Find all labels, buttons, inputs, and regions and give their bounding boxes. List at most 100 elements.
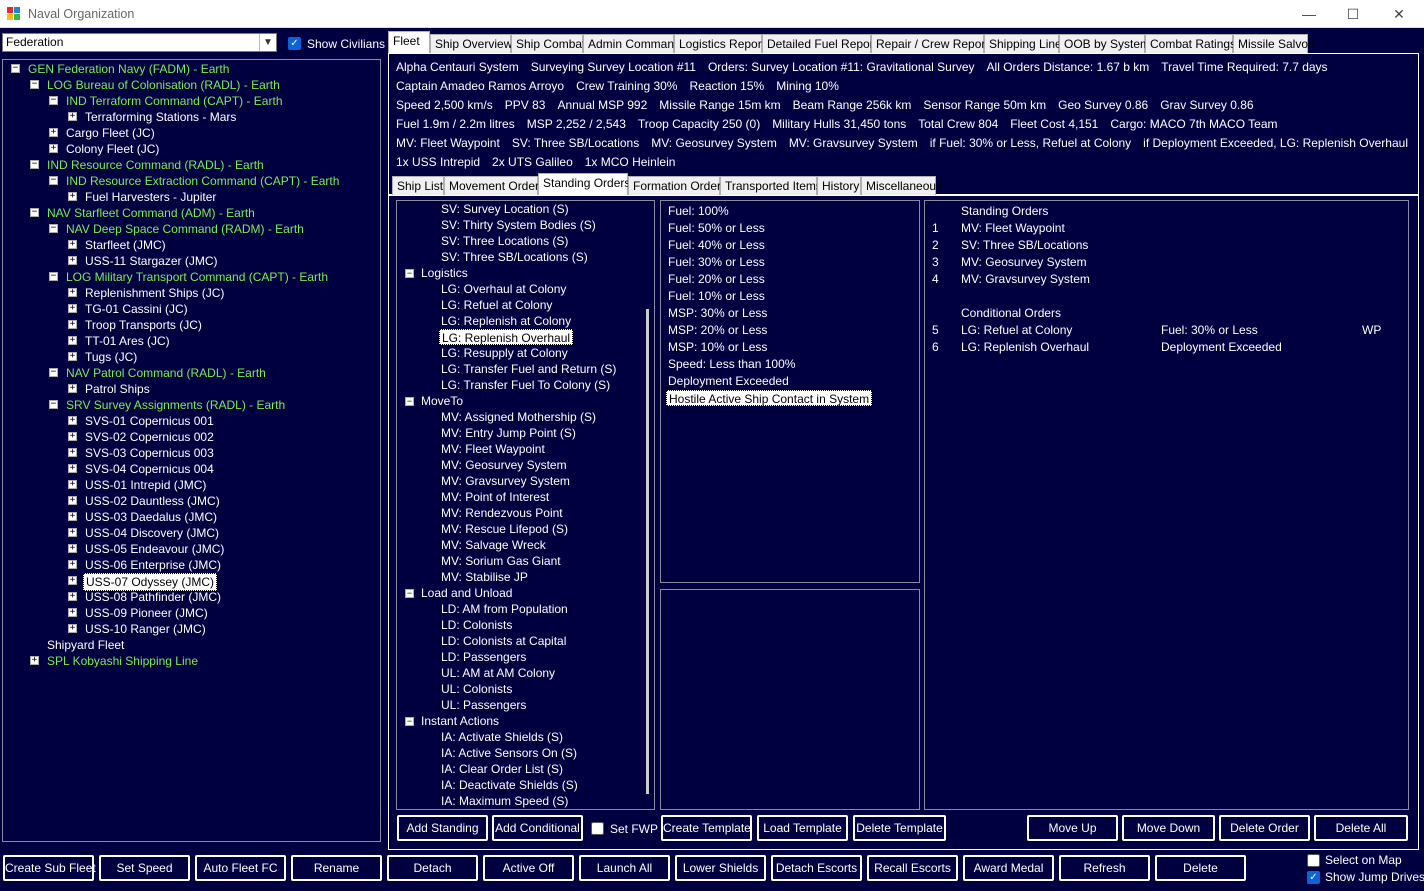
tab-shipping-line[interactable]: Shipping Line <box>984 34 1062 54</box>
condition-item[interactable]: MSP: 20% or Less <box>666 322 769 338</box>
condition-item[interactable]: Deployment Exceeded <box>666 373 791 389</box>
active-off-button[interactable]: Active Off <box>483 855 574 881</box>
subtab-standing-orders[interactable]: Standing Orders <box>538 173 630 195</box>
collapse-icon[interactable]: − <box>49 400 58 409</box>
expand-icon[interactable]: + <box>68 608 77 617</box>
current-standing-orders-list[interactable]: Standing Orders 1 MV: Fleet Waypoint 2 SV: T… <box>924 200 1409 810</box>
order-item[interactable]: IA: Maximum Speed (S) <box>439 793 570 809</box>
collapse-icon[interactable]: − <box>405 589 414 598</box>
award-medal-button[interactable]: Award Medal <box>963 855 1054 881</box>
standing-order-text[interactable]: MV: Geosurvey System <box>959 254 1089 270</box>
set-fwp-checkbox[interactable] <box>591 822 604 835</box>
order-item[interactable]: SV: Thirty System Bodies (S) <box>439 217 598 233</box>
order-item[interactable]: MV: Geosurvey System <box>439 457 569 473</box>
conditional-order-text[interactable]: LG: Replenish Overhaul <box>959 339 1091 355</box>
detach-button[interactable]: Detach <box>387 855 478 881</box>
expand-icon[interactable]: + <box>68 240 77 249</box>
expand-icon[interactable]: + <box>49 144 58 153</box>
tab-oob-by-system[interactable]: OOB by System <box>1059 34 1150 54</box>
condition-item[interactable]: Speed: Less than 100% <box>666 356 797 372</box>
create-template-button[interactable]: Create Template <box>661 815 752 841</box>
tab-fleet[interactable]: Fleet <box>388 31 430 53</box>
subtab-transported-items[interactable]: Transported Items <box>720 176 822 196</box>
condition-item[interactable]: Fuel: 40% or Less <box>666 237 767 253</box>
launch-all-button[interactable]: Launch All <box>579 855 670 881</box>
order-item[interactable]: LG: Refuel at Colony <box>439 297 554 313</box>
expand-icon[interactable]: + <box>68 304 77 313</box>
subtab-movement-orders[interactable]: Movement Orders <box>444 176 545 196</box>
collapse-icon[interactable]: − <box>49 96 58 105</box>
condition-item[interactable]: MSP: 30% or Less <box>666 305 769 321</box>
condition-item[interactable]: Fuel: 10% or Less <box>666 288 767 304</box>
auto-fleet-fc-button[interactable]: Auto Fleet FC <box>195 855 286 881</box>
add-conditional-button[interactable]: Add Conditional <box>492 815 583 841</box>
tab-admin-command[interactable]: Admin Command <box>583 34 681 54</box>
race-select[interactable]: Federation ▼ <box>2 33 277 52</box>
order-item[interactable]: MV: Rescue Lifepod (S) <box>439 521 570 537</box>
delete-template-button[interactable]: Delete Template <box>853 815 946 841</box>
collapse-icon[interactable]: − <box>405 717 414 726</box>
delete-all-button[interactable]: Delete All <box>1314 815 1408 841</box>
order-item[interactable]: MV: Point of Interest <box>439 489 551 505</box>
order-item[interactable]: MV: Stabilise JP <box>439 569 530 585</box>
expand-icon[interactable]: + <box>68 432 77 441</box>
expand-icon[interactable]: + <box>68 512 77 521</box>
condition-item[interactable]: Fuel: 30% or Less <box>666 254 767 270</box>
expand-icon[interactable]: + <box>30 656 39 665</box>
load-template-button[interactable]: Load Template <box>757 815 848 841</box>
expand-icon[interactable]: + <box>68 592 77 601</box>
show-civilians-checkbox[interactable]: ✓ <box>288 37 301 50</box>
expand-icon[interactable]: + <box>68 112 77 121</box>
set-speed-button[interactable]: Set Speed <box>99 855 190 881</box>
expand-icon[interactable]: + <box>68 192 77 201</box>
order-item[interactable]: SV: Survey Location (S) <box>439 201 571 217</box>
order-item[interactable]: LG: Transfer Fuel To Colony (S) <box>439 377 612 393</box>
select-on-map-checkbox[interactable] <box>1307 854 1320 867</box>
order-item[interactable]: IA: Active Sensors On (S) <box>439 745 579 761</box>
standing-order-text[interactable]: SV: Three SB/Locations <box>959 237 1090 253</box>
conditions-list[interactable]: Fuel: 100% Fuel: 50% or Less Fuel: 40% or … <box>660 200 920 583</box>
recall-escorts-button[interactable]: Recall Escorts <box>867 855 958 881</box>
rename-button[interactable]: Rename <box>291 855 382 881</box>
conditional-order-text[interactable]: LG: Refuel at Colony <box>959 322 1074 338</box>
expand-icon[interactable]: + <box>68 528 77 537</box>
expand-icon[interactable]: + <box>68 288 77 297</box>
collapse-icon[interactable]: − <box>49 176 58 185</box>
expand-icon[interactable]: + <box>68 480 77 489</box>
tab-combat-ratings[interactable]: Combat Ratings <box>1145 34 1236 54</box>
collapse-icon[interactable]: − <box>11 64 20 73</box>
move-up-button[interactable]: Move Up <box>1027 815 1118 841</box>
create-sub-fleet-button[interactable]: Create Sub Fleet <box>3 855 96 881</box>
order-category[interactable]: Instant Actions <box>419 713 501 729</box>
move-down-button[interactable]: Move Down <box>1122 815 1215 841</box>
order-item[interactable]: SV: Three SB/Locations (S) <box>439 249 590 265</box>
standing-order-text[interactable]: MV: Fleet Waypoint <box>959 220 1067 236</box>
order-item[interactable]: LG: Transfer Fuel and Return (S) <box>439 361 618 377</box>
order-category[interactable]: Load and Unload <box>419 585 514 601</box>
tab-repair-crew-report[interactable]: Repair / Crew Report <box>871 34 989 54</box>
delete-button[interactable]: Delete <box>1155 855 1246 881</box>
minimize-button[interactable]: — <box>1286 0 1332 28</box>
order-category[interactable]: Logistics <box>419 265 470 281</box>
collapse-icon[interactable]: − <box>30 80 39 89</box>
tab-ship-overview[interactable]: Ship Overview <box>430 34 512 54</box>
expand-icon[interactable]: + <box>68 624 77 633</box>
expand-icon[interactable]: + <box>68 416 77 425</box>
order-item[interactable]: UL: Passengers <box>439 697 528 713</box>
fleet-tree[interactable]: − GEN Federation Navy (FADM) - Earth − LOG … <box>2 59 381 842</box>
order-item[interactable]: LG: Overhaul at Colony <box>439 281 568 297</box>
condition-item[interactable]: Hostile Active Ship Contact in System <box>666 390 873 406</box>
chevron-down-icon[interactable]: ▼ <box>259 34 276 51</box>
order-item[interactable]: UL: Colonists <box>439 681 514 697</box>
order-item[interactable]: MV: Salvage Wreck <box>439 537 548 553</box>
maximize-button[interactable]: ☐ <box>1330 0 1376 28</box>
condition-item[interactable]: Fuel: 100% <box>666 203 731 219</box>
close-button[interactable]: ✕ <box>1376 0 1422 28</box>
expand-icon[interactable]: + <box>68 352 77 361</box>
order-item[interactable]: IA: Clear Order List (S) <box>439 761 565 777</box>
order-item[interactable]: IA: Activate Shields (S) <box>439 729 565 745</box>
expand-icon[interactable]: + <box>68 544 77 553</box>
order-item[interactable]: LD: AM from Population <box>439 601 570 617</box>
subtab-history[interactable]: History <box>817 176 861 196</box>
add-standing-button[interactable]: Add Standing <box>397 815 488 841</box>
